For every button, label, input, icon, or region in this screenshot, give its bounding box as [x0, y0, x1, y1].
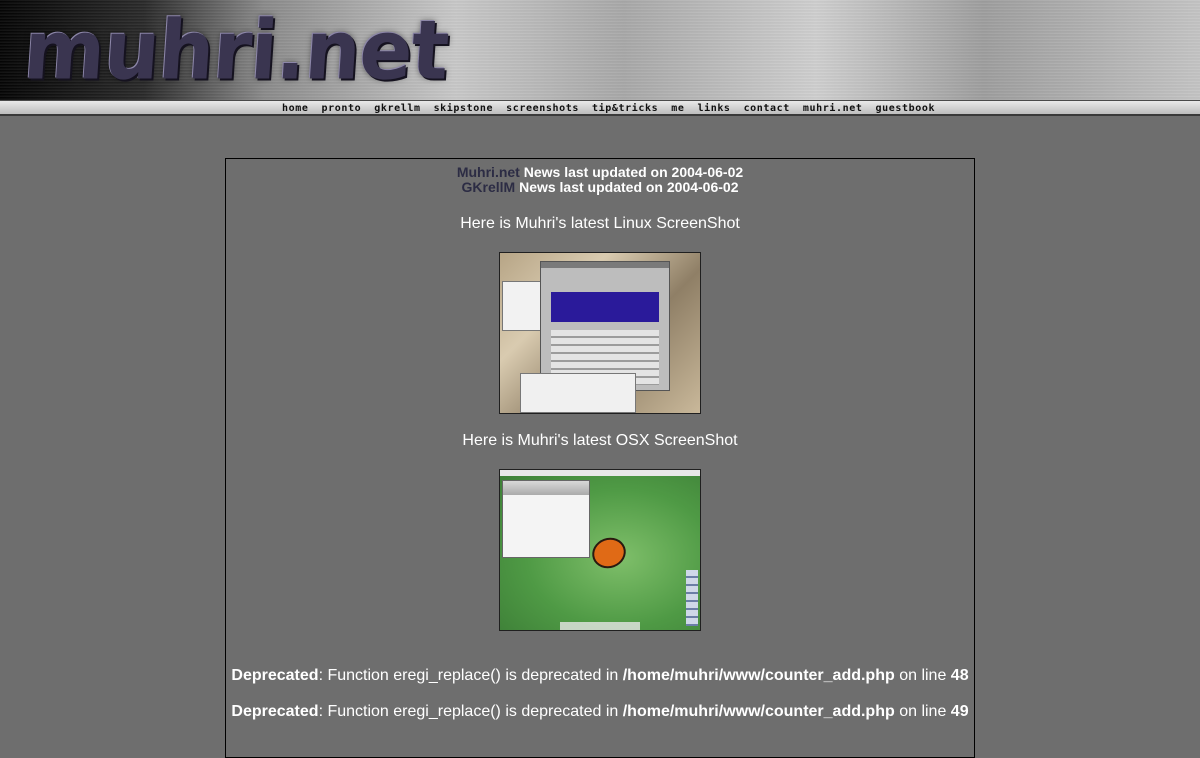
- news-text-muhri: News last updated on 2004-06-02: [523, 164, 744, 180]
- nav-links: home pronto gkrellm skipstone screenshot…: [282, 102, 948, 115]
- thumb-banner: [551, 292, 659, 322]
- ladybug-image: [587, 533, 631, 573]
- osx-screenshot-thumbnail[interactable]: [499, 469, 701, 631]
- warning-path: /home/muhri/www/counter_add.php: [622, 667, 895, 684]
- thumb-browser-window: [540, 261, 670, 391]
- warning-path: /home/muhri/www/counter_add.php: [622, 703, 895, 720]
- site-logo[interactable]: muhri.net: [21, 4, 451, 99]
- news-block: Muhri.net News last updated on 2004-06-0…: [226, 165, 974, 195]
- nav-pronto[interactable]: pronto: [321, 102, 361, 115]
- thumb-finder-window: [502, 480, 590, 558]
- warning-on-line: on line: [894, 703, 951, 720]
- nav-skipstone[interactable]: skipstone: [434, 102, 494, 115]
- warning-message: : Function eregi_replace() is deprecated…: [318, 703, 623, 720]
- main-content: Muhri.net News last updated on 2004-06-0…: [225, 158, 975, 758]
- news-site-gkrellm[interactable]: GKrellM: [462, 179, 516, 195]
- nav-contact[interactable]: contact: [744, 102, 790, 115]
- linux-screenshot-thumbnail[interactable]: [499, 252, 701, 414]
- warning-line-number: 48: [950, 667, 969, 684]
- nav-screenshots[interactable]: screenshots: [506, 102, 579, 115]
- thumb-window: [520, 373, 636, 413]
- nav-gkrellm[interactable]: gkrellm: [374, 102, 420, 115]
- news-line-muhri: Muhri.net News last updated on 2004-06-0…: [226, 165, 974, 180]
- nav-guestbook[interactable]: guestbook: [876, 102, 936, 115]
- nav-muhri-net[interactable]: muhri.net: [803, 102, 863, 115]
- news-line-gkrellm: GKrellM News last updated on 2004-06-02: [226, 180, 974, 195]
- warning-message: : Function eregi_replace() is deprecated…: [318, 667, 623, 684]
- nav-links-page[interactable]: links: [697, 102, 730, 115]
- deprecated-warning: Deprecated: Function eregi_replace() is …: [226, 667, 974, 685]
- nav-home[interactable]: home: [282, 102, 308, 115]
- osx-caption: Here is Muhri's latest OSX ScreenShot: [462, 432, 738, 449]
- thumb-side-panel: [686, 570, 698, 626]
- warning-line-number: 49: [950, 703, 969, 720]
- thumb-titlebar: [541, 262, 669, 268]
- warning-on-line: on line: [894, 667, 951, 684]
- nav-me[interactable]: me: [671, 102, 684, 115]
- thumb-window: [502, 281, 542, 331]
- deprecated-warning: Deprecated: Function eregi_replace() is …: [226, 703, 974, 721]
- thumb-toolbar: [503, 481, 589, 495]
- thumb-menubar: [500, 470, 700, 476]
- warning-label: Deprecated: [231, 703, 319, 720]
- nav-tip-tricks[interactable]: tip&tricks: [592, 102, 658, 115]
- news-text-gkrellm: News last updated on 2004-06-02: [519, 179, 739, 195]
- site-header: muhri.net: [0, 0, 1200, 100]
- warning-label: Deprecated: [231, 667, 319, 684]
- news-site-muhri[interactable]: Muhri.net: [457, 164, 520, 180]
- thumb-dock: [560, 622, 640, 630]
- linux-caption: Here is Muhri's latest Linux ScreenShot: [460, 215, 740, 232]
- nav-bar: home pronto gkrellm skipstone screenshot…: [0, 100, 1200, 116]
